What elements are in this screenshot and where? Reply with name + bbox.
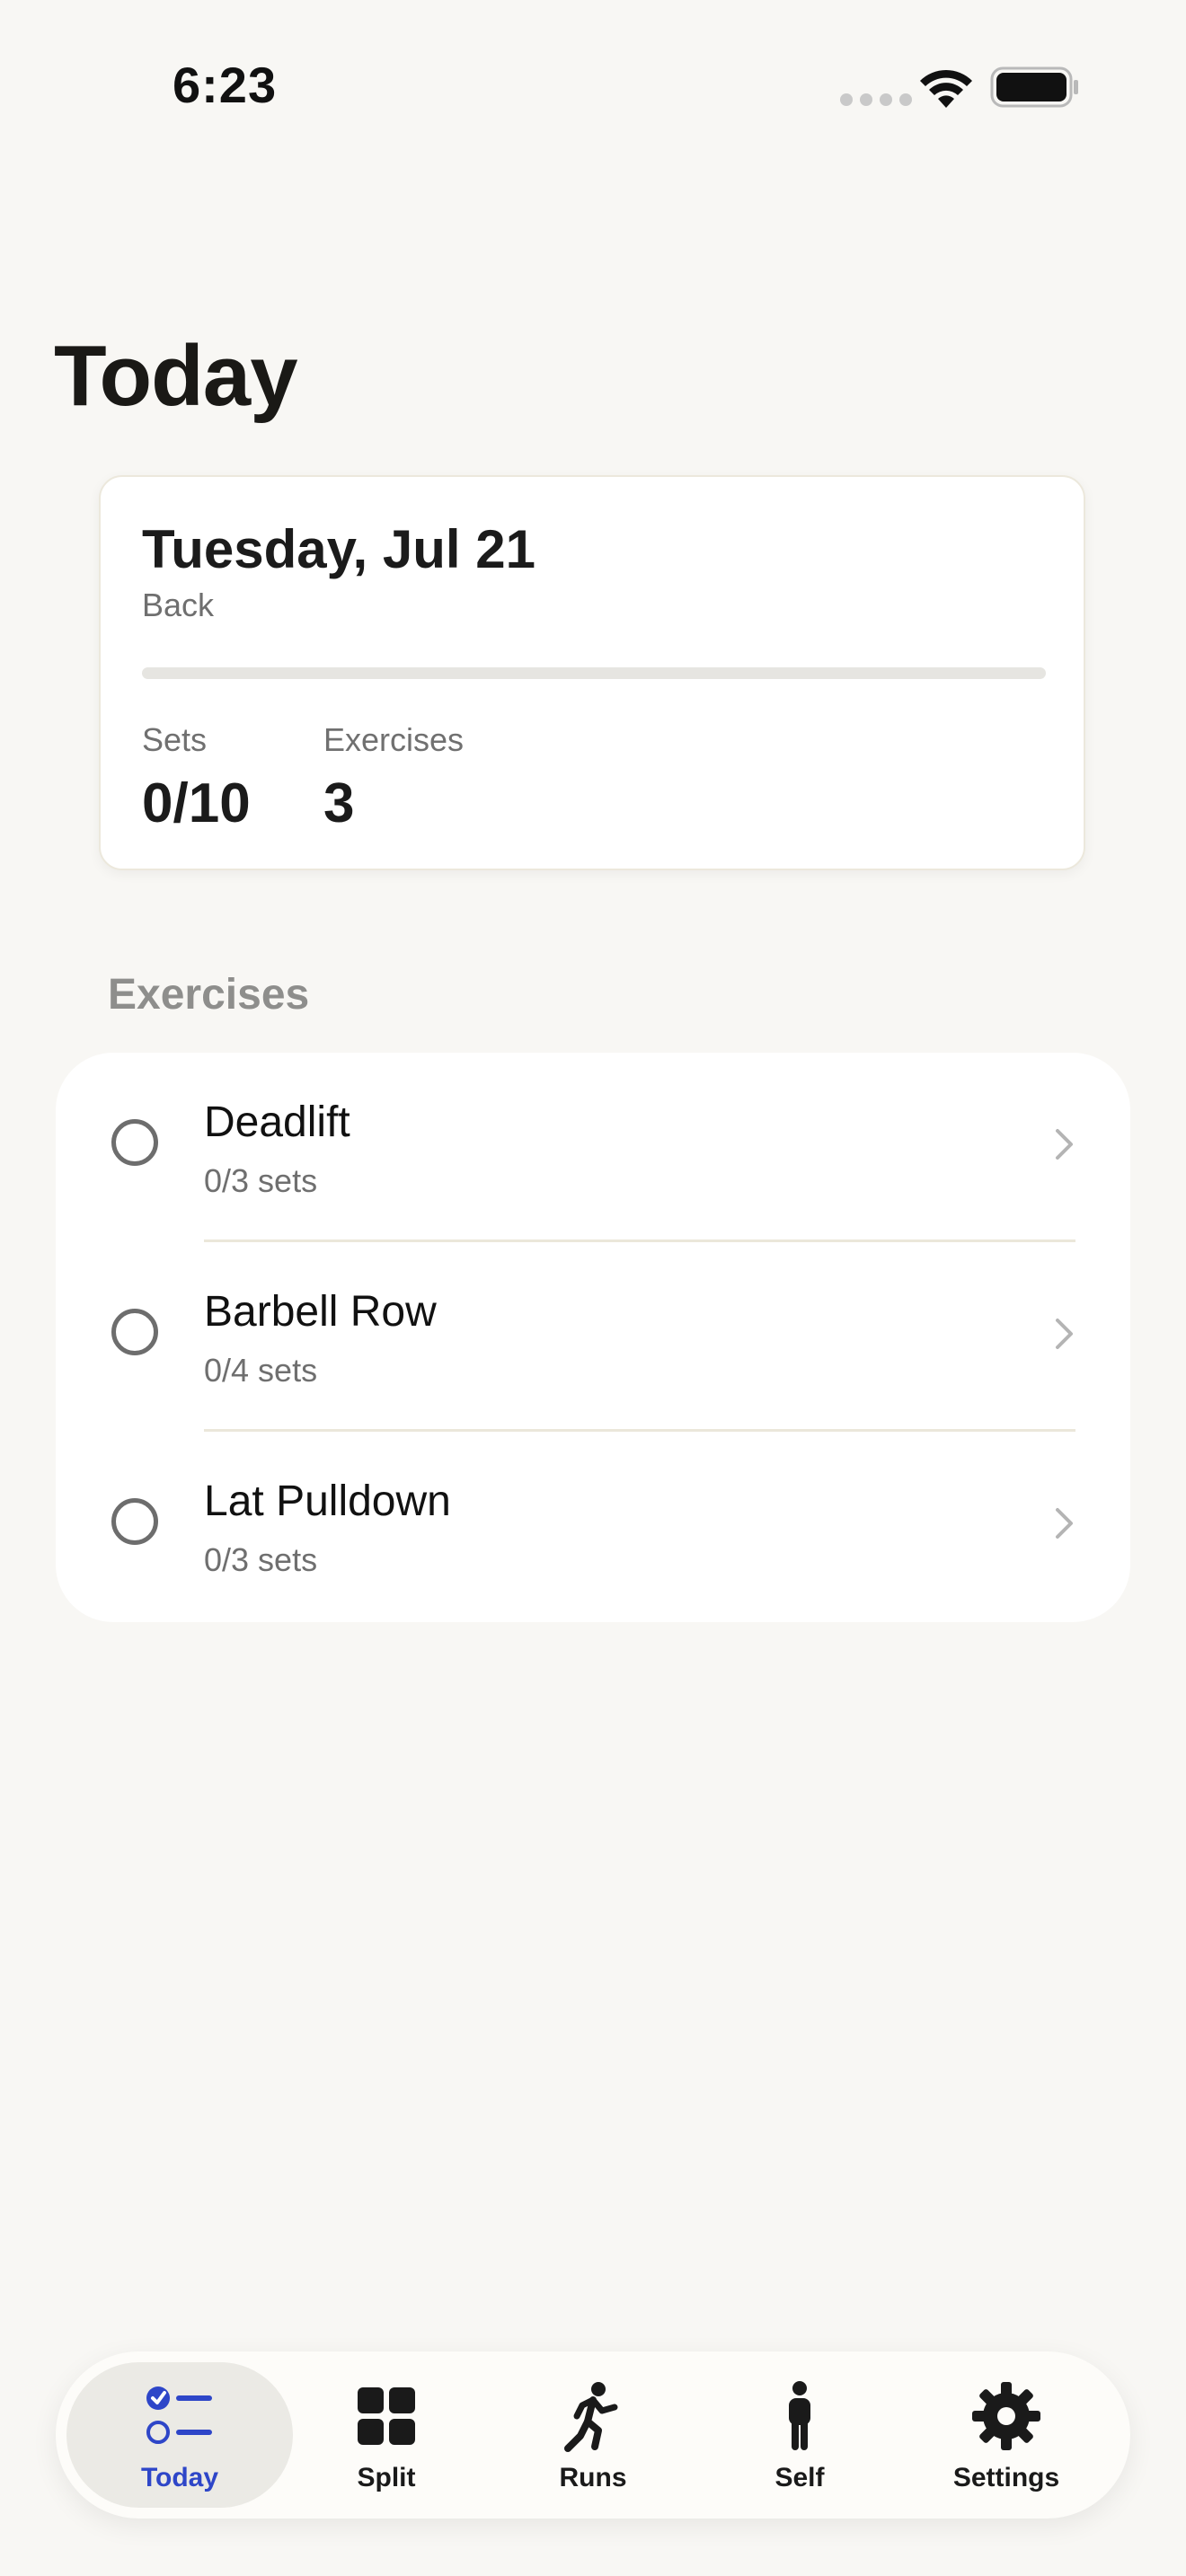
wifi-icon bbox=[920, 69, 972, 108]
exercise-sets: 0/4 sets bbox=[204, 1352, 318, 1389]
chevron-right-icon bbox=[1056, 1508, 1073, 1539]
section-header: Exercises bbox=[108, 971, 310, 1019]
list-item-exercise[interactable]: Lat Pulldown 0/3 sets bbox=[56, 1432, 1130, 1621]
split-name: Back bbox=[142, 587, 215, 623]
page-title: Today bbox=[54, 328, 298, 424]
exercise-name: Barbell Row bbox=[204, 1288, 437, 1336]
stat-sets: Sets 0/10 bbox=[142, 721, 251, 835]
chevron-right-icon bbox=[1056, 1129, 1073, 1160]
gear-icon bbox=[972, 2382, 1040, 2450]
stat-value: 3 bbox=[323, 772, 355, 834]
status-time: 6:23 bbox=[173, 57, 278, 113]
cellular-signal-icon bbox=[840, 93, 912, 106]
grid-icon bbox=[358, 2387, 415, 2445]
runner-icon bbox=[564, 2382, 618, 2452]
list-item-exercise[interactable]: Barbell Row 0/4 sets bbox=[56, 1242, 1130, 1432]
completion-circle-icon[interactable] bbox=[111, 1498, 158, 1545]
exercise-sets: 0/3 sets bbox=[204, 1541, 318, 1578]
tab-label: Runs bbox=[559, 2463, 627, 2492]
exercise-list: Deadlift 0/3 sets Barbell Row 0/4 sets L… bbox=[56, 1053, 1130, 1622]
stat-exercises: Exercises 3 bbox=[323, 721, 464, 835]
stat-label: Sets bbox=[142, 721, 208, 758]
tab-label: Today bbox=[140, 2463, 219, 2492]
exercise-sets: 0/3 sets bbox=[204, 1162, 318, 1199]
person-icon bbox=[789, 2381, 810, 2450]
exercise-name: Deadlift bbox=[204, 1098, 350, 1146]
completion-circle-icon[interactable] bbox=[111, 1309, 158, 1355]
summary-card[interactable]: Tuesday, Jul 21 Back Sets 0/10 Exercises… bbox=[99, 475, 1085, 870]
tab-self[interactable]: Self bbox=[686, 2362, 913, 2508]
stat-value: 0/10 bbox=[142, 772, 251, 834]
completion-circle-icon[interactable] bbox=[111, 1119, 158, 1166]
workout-date: Tuesday, Jul 21 bbox=[142, 519, 535, 579]
tab-runs[interactable]: Runs bbox=[480, 2362, 706, 2508]
status-bar: 6:23 bbox=[0, 0, 1186, 180]
chevron-right-icon bbox=[1056, 1319, 1073, 1349]
tab-label: Settings bbox=[952, 2463, 1060, 2492]
tab-label: Split bbox=[357, 2463, 416, 2492]
list-item-exercise[interactable]: Deadlift 0/3 sets bbox=[56, 1053, 1130, 1242]
tab-split[interactable]: Split bbox=[273, 2362, 500, 2508]
tab-settings[interactable]: Settings bbox=[893, 2362, 1120, 2508]
battery-icon bbox=[990, 66, 1078, 108]
stat-label: Exercises bbox=[323, 721, 465, 758]
sets-progress-bar bbox=[142, 667, 1046, 679]
tab-today[interactable]: Today bbox=[66, 2362, 293, 2508]
exercise-name: Lat Pulldown bbox=[204, 1478, 451, 1525]
checklist-icon bbox=[146, 2386, 212, 2444]
tab-bar: Today Split Runs Self Settings bbox=[56, 2351, 1130, 2519]
tab-label: Self bbox=[774, 2463, 825, 2492]
